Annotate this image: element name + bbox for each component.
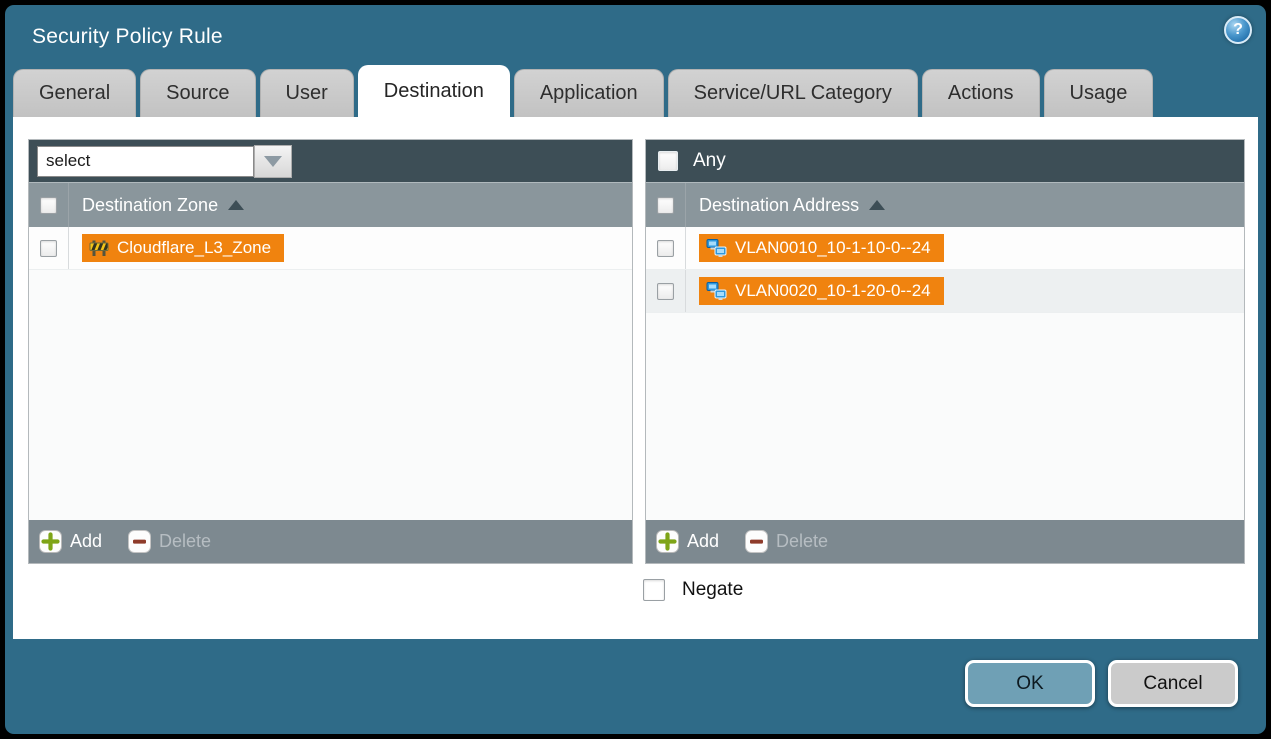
tab-label: Service/URL Category xyxy=(694,82,892,105)
zone-icon xyxy=(89,238,109,258)
address-panel-footer: Add Delete xyxy=(646,520,1244,563)
address-item-label: VLAN0020_10-1-20-0--24 xyxy=(735,281,931,301)
address-delete-button[interactable]: Delete xyxy=(745,530,828,553)
zone-item-cloudflare-l3-zone[interactable]: Cloudflare_L3_Zone xyxy=(82,234,284,262)
tab-destination[interactable]: Destination xyxy=(358,65,510,117)
zone-column-header: Destination Zone xyxy=(29,182,632,227)
tab-service-url-category[interactable]: Service/URL Category xyxy=(668,69,918,117)
tab-label: Application xyxy=(540,82,638,105)
row-check-cell xyxy=(646,270,686,312)
address-select-all-checkbox[interactable] xyxy=(657,197,674,214)
negate-label: Negate xyxy=(682,579,743,601)
ok-button[interactable]: OK xyxy=(965,660,1095,707)
help-icon-glyph: ? xyxy=(1233,21,1243,39)
cancel-button[interactable]: Cancel xyxy=(1108,660,1238,707)
delete-icon xyxy=(745,530,768,553)
add-icon xyxy=(39,530,62,553)
any-label: Any xyxy=(693,150,726,172)
tab-user[interactable]: User xyxy=(260,69,354,117)
table-row: VLAN0020_10-1-20-0--24 xyxy=(646,270,1244,313)
add-button-label: Add xyxy=(687,531,719,552)
address-row-checkbox[interactable] xyxy=(657,283,674,300)
tab-usage[interactable]: Usage xyxy=(1044,69,1154,117)
zone-select-dropdown-button[interactable] xyxy=(254,145,292,178)
tab-general[interactable]: General xyxy=(13,69,136,117)
delete-icon xyxy=(128,530,151,553)
table-row: VLAN0010_10-1-10-0--24 xyxy=(646,227,1244,270)
add-button-label: Add xyxy=(70,531,102,552)
address-row-checkbox[interactable] xyxy=(657,240,674,257)
add-icon xyxy=(656,530,679,553)
address-add-button[interactable]: Add xyxy=(656,530,719,553)
tab-bar: General Source User Destination Applicat… xyxy=(5,69,1266,117)
negate-checkbox[interactable] xyxy=(643,579,665,601)
tab-label: Destination xyxy=(384,80,484,103)
destination-zone-panel: Destination Zone xyxy=(28,139,633,564)
tab-label: Actions xyxy=(948,82,1014,105)
zone-select-all-checkbox[interactable] xyxy=(40,197,57,214)
address-item-vlan0020[interactable]: VLAN0020_10-1-20-0--24 xyxy=(699,277,944,305)
address-column-sort[interactable]: Destination Address xyxy=(686,195,885,216)
help-icon[interactable]: ? xyxy=(1224,16,1252,44)
zone-item-label: Cloudflare_L3_Zone xyxy=(117,238,271,258)
destination-address-panel: Any Destination Address xyxy=(645,139,1245,564)
delete-button-label: Delete xyxy=(159,531,211,552)
address-item-vlan0010[interactable]: VLAN0010_10-1-10-0--24 xyxy=(699,234,944,262)
address-item-label: VLAN0010_10-1-10-0--24 xyxy=(735,238,931,258)
zone-select-input[interactable] xyxy=(37,146,254,177)
tab-label: Usage xyxy=(1070,82,1128,105)
address-icon xyxy=(706,238,727,258)
tab-source[interactable]: Source xyxy=(140,69,255,117)
sort-asc-icon xyxy=(869,200,885,210)
tab-actions[interactable]: Actions xyxy=(922,69,1040,117)
tab-application[interactable]: Application xyxy=(514,69,664,117)
zone-list: Cloudflare_L3_Zone xyxy=(29,227,632,520)
tab-label: General xyxy=(39,82,110,105)
tab-label: Source xyxy=(166,82,229,105)
dialog-footer: OK Cancel xyxy=(5,639,1266,734)
table-row: Cloudflare_L3_Zone xyxy=(29,227,632,270)
row-check-cell xyxy=(646,227,686,269)
any-checkbox[interactable] xyxy=(658,151,678,171)
security-policy-rule-dialog: Security Policy Rule ? General Source Us… xyxy=(5,5,1266,734)
zone-row-checkbox[interactable] xyxy=(40,240,57,257)
address-header-check-cell xyxy=(646,183,686,227)
address-column-title: Destination Address xyxy=(699,195,859,216)
zone-header-check-cell xyxy=(29,183,69,227)
zone-delete-button[interactable]: Delete xyxy=(128,530,211,553)
dialog-title: Security Policy Rule xyxy=(32,25,223,49)
zone-panel-footer: Add Delete xyxy=(29,520,632,563)
zone-column-title: Destination Zone xyxy=(82,195,218,216)
sort-asc-icon xyxy=(228,200,244,210)
address-icon xyxy=(706,281,727,301)
tab-content-destination: Destination Zone xyxy=(13,117,1258,639)
delete-button-label: Delete xyxy=(776,531,828,552)
chevron-down-icon xyxy=(264,156,282,167)
zone-column-sort[interactable]: Destination Zone xyxy=(69,195,244,216)
zone-toolbar xyxy=(29,140,632,182)
tab-label: User xyxy=(286,82,328,105)
address-toolbar: Any xyxy=(646,140,1244,182)
address-column-header: Destination Address xyxy=(646,182,1244,227)
address-list: VLAN0010_10-1-10-0--24 xyxy=(646,227,1244,520)
dialog-titlebar: Security Policy Rule xyxy=(5,5,1266,69)
negate-option: Negate xyxy=(643,579,743,601)
zone-add-button[interactable]: Add xyxy=(39,530,102,553)
row-check-cell xyxy=(29,227,69,269)
